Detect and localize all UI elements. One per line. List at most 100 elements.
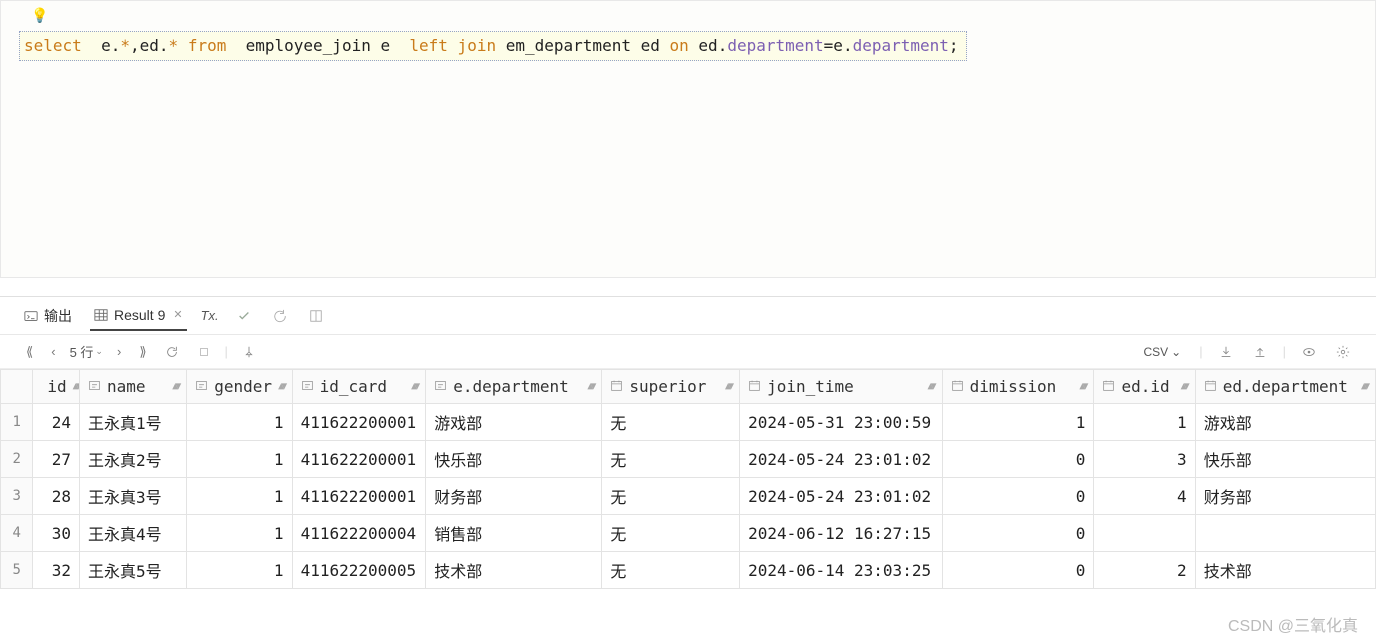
cell[interactable]: 0 — [942, 515, 1094, 552]
cell[interactable]: 1 — [187, 552, 292, 589]
cell[interactable]: 游戏部 — [426, 404, 602, 441]
column-header[interactable]: id▲▼ — [33, 370, 80, 404]
cell[interactable]: 32 — [33, 552, 80, 589]
cell[interactable]: 1 — [942, 404, 1094, 441]
cell[interactable]: 2024-05-31 23:00:59 — [740, 404, 943, 441]
cell[interactable] — [1195, 515, 1375, 552]
column-icon — [301, 377, 314, 396]
column-header[interactable]: e.department▲▼ — [426, 370, 602, 404]
column-header[interactable]: name▲▼ — [79, 370, 186, 404]
sort-icon[interactable]: ▲▼ — [928, 381, 934, 392]
table-row[interactable]: 328王永真3号1411622200001财务部无2024-05-24 23:0… — [1, 478, 1376, 515]
cell[interactable]: 2024-06-14 23:03:25 — [740, 552, 943, 589]
stop-icon[interactable] — [193, 343, 215, 361]
column-header[interactable]: gender▲▼ — [187, 370, 292, 404]
sort-icon[interactable]: ▲▼ — [73, 381, 79, 392]
cell[interactable]: 0 — [942, 441, 1094, 478]
sort-icon[interactable]: ▲▼ — [725, 381, 731, 392]
cell[interactable]: 技术部 — [426, 552, 602, 589]
cell[interactable]: 1 — [187, 478, 292, 515]
sort-icon[interactable]: ▲▼ — [172, 381, 178, 392]
cell[interactable]: 28 — [33, 478, 80, 515]
cell[interactable]: 快乐部 — [426, 441, 602, 478]
cell[interactable]: 无 — [602, 404, 740, 441]
next-page-icon[interactable]: › — [113, 342, 125, 361]
cell[interactable]: 1 — [187, 515, 292, 552]
cell[interactable]: 王永真5号 — [79, 552, 186, 589]
cell[interactable]: 无 — [602, 441, 740, 478]
cell[interactable]: 1 — [187, 441, 292, 478]
cell[interactable]: 王永真2号 — [79, 441, 186, 478]
csv-button[interactable]: CSV ⌄ — [1137, 343, 1187, 361]
cell[interactable]: 411622200005 — [292, 552, 426, 589]
column-header[interactable]: dimission▲▼ — [942, 370, 1094, 404]
close-icon[interactable]: ✕ — [173, 308, 182, 321]
sort-icon[interactable]: ▲▼ — [1361, 381, 1367, 392]
column-icon — [1102, 377, 1115, 396]
cell[interactable]: 30 — [33, 515, 80, 552]
column-header[interactable]: ed.id▲▼ — [1094, 370, 1195, 404]
settings-icon[interactable] — [1332, 343, 1354, 361]
table-row[interactable]: 430王永真4号1411622200004销售部无2024-06-12 16:2… — [1, 515, 1376, 552]
cell[interactable]: 财务部 — [1195, 478, 1375, 515]
cell[interactable]: 销售部 — [426, 515, 602, 552]
cell[interactable]: 2024-06-12 16:27:15 — [740, 515, 943, 552]
sort-icon[interactable]: ▲▼ — [1181, 381, 1187, 392]
table-row[interactable]: 532王永真5号1411622200005技术部无2024-06-14 23:0… — [1, 552, 1376, 589]
row-count[interactable]: 5 行 ⌄ — [70, 342, 103, 361]
sort-icon[interactable]: ▲▼ — [1079, 381, 1085, 392]
upload-icon[interactable] — [1249, 343, 1271, 361]
pin-icon[interactable] — [238, 343, 260, 361]
first-page-icon[interactable]: ⟪ — [22, 342, 37, 362]
cell[interactable]: 0 — [942, 478, 1094, 515]
cell[interactable]: 411622200004 — [292, 515, 426, 552]
cell[interactable]: 无 — [602, 552, 740, 589]
cell[interactable]: 无 — [602, 478, 740, 515]
cell[interactable]: 411622200001 — [292, 441, 426, 478]
cell[interactable]: 王永真4号 — [79, 515, 186, 552]
cell[interactable]: 游戏部 — [1195, 404, 1375, 441]
result-tabs: 输出 Result 9 ✕ Tx. — [0, 297, 1376, 335]
eye-icon[interactable] — [1298, 343, 1320, 361]
sort-icon[interactable]: ▲▼ — [278, 381, 284, 392]
column-header[interactable]: superior▲▼ — [602, 370, 740, 404]
cell[interactable]: 411622200001 — [292, 478, 426, 515]
sort-icon[interactable]: ▲▼ — [411, 381, 417, 392]
sql-statement[interactable]: select e.*,ed.* from employee_join e lef… — [19, 31, 967, 61]
layout-icon[interactable] — [305, 307, 327, 325]
cell[interactable]: 1 — [1094, 404, 1195, 441]
cell[interactable]: 1 — [187, 404, 292, 441]
cell[interactable]: 0 — [942, 552, 1094, 589]
refresh-icon[interactable] — [161, 343, 183, 361]
cell[interactable]: 技术部 — [1195, 552, 1375, 589]
table-row[interactable]: 124王永真1号1411622200001游戏部无2024-05-31 23:0… — [1, 404, 1376, 441]
sql-editor[interactable]: 💡 select e.*,ed.* from employee_join e l… — [0, 0, 1376, 278]
cell[interactable]: 2024-05-24 23:01:02 — [740, 478, 943, 515]
cell[interactable]: 财务部 — [426, 478, 602, 515]
tab-output[interactable]: 输出 — [20, 300, 76, 332]
cell[interactable]: 无 — [602, 515, 740, 552]
cell[interactable]: 2024-05-24 23:01:02 — [740, 441, 943, 478]
prev-page-icon[interactable]: ‹ — [47, 342, 59, 361]
cell[interactable]: 411622200001 — [292, 404, 426, 441]
column-header[interactable]: id_card▲▼ — [292, 370, 426, 404]
cell[interactable]: 2 — [1094, 552, 1195, 589]
cell[interactable]: 27 — [33, 441, 80, 478]
last-page-icon[interactable]: ⟫ — [135, 342, 150, 362]
cell[interactable]: 3 — [1094, 441, 1195, 478]
cell[interactable]: 王永真3号 — [79, 478, 186, 515]
table-row[interactable]: 227王永真2号1411622200001快乐部无2024-05-24 23:0… — [1, 441, 1376, 478]
column-header[interactable]: ed.department▲▼ — [1195, 370, 1375, 404]
rollback-icon[interactable] — [269, 307, 291, 325]
tab-result[interactable]: Result 9 ✕ — [90, 301, 187, 331]
column-header[interactable]: join_time▲▼ — [740, 370, 943, 404]
cell[interactable]: 王永真1号 — [79, 404, 186, 441]
cell[interactable] — [1094, 515, 1195, 552]
commit-icon[interactable] — [233, 307, 255, 325]
cell[interactable]: 4 — [1094, 478, 1195, 515]
cell[interactable]: 快乐部 — [1195, 441, 1375, 478]
download-icon[interactable] — [1215, 343, 1237, 361]
cell[interactable]: 24 — [33, 404, 80, 441]
lightbulb-icon[interactable]: 💡 — [31, 7, 48, 24]
sort-icon[interactable]: ▲▼ — [587, 381, 593, 392]
